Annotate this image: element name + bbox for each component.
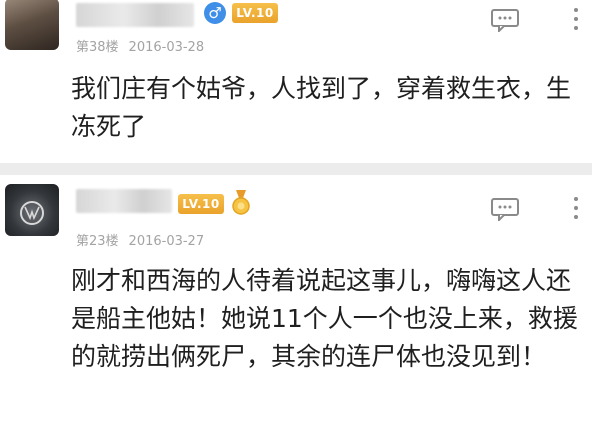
floor-date: 第38楼 2016-03-28 bbox=[76, 36, 204, 55]
post-23: LV.10 第23楼 2016-03-27 刚才和西海的人待着说起这事儿，嗨嗨这人… bbox=[0, 175, 592, 428]
avatar[interactable] bbox=[5, 184, 59, 236]
username-blurred[interactable] bbox=[76, 189, 172, 213]
more-vertical-icon[interactable] bbox=[571, 6, 581, 32]
post-date: 2016-03-28 bbox=[128, 40, 205, 55]
level-badge: LV.10 bbox=[178, 194, 224, 214]
username-blurred[interactable] bbox=[76, 3, 194, 27]
avatar[interactable] bbox=[5, 0, 59, 50]
post-content: 刚才和西海的人待着说起这事儿，嗨嗨这人还是船主他姑！她说11个人一个也没上来，救… bbox=[71, 266, 578, 371]
medal-icon bbox=[232, 190, 250, 215]
post-content: 我们庄有个姑爷，人找到了，穿着救生衣，生冻死了 bbox=[71, 74, 572, 141]
floor-date: 第23楼 2016-03-27 bbox=[76, 230, 204, 249]
floor-number: 第38楼 bbox=[76, 40, 119, 55]
floor-number: 第23楼 bbox=[76, 234, 119, 249]
male-gender-icon: ♂ bbox=[204, 2, 226, 24]
level-badge: LV.10 bbox=[232, 3, 278, 23]
vw-logo-icon bbox=[20, 201, 44, 225]
post-date: 2016-03-27 bbox=[128, 234, 205, 249]
comment-icon[interactable] bbox=[490, 197, 520, 221]
comment-icon[interactable] bbox=[490, 8, 520, 32]
post-38: ♂ LV.10 第38楼 2016-03-28 我们庄有个姑爷，人找到了，穿着救生… bbox=[0, 0, 592, 163]
more-vertical-icon[interactable] bbox=[571, 195, 581, 221]
